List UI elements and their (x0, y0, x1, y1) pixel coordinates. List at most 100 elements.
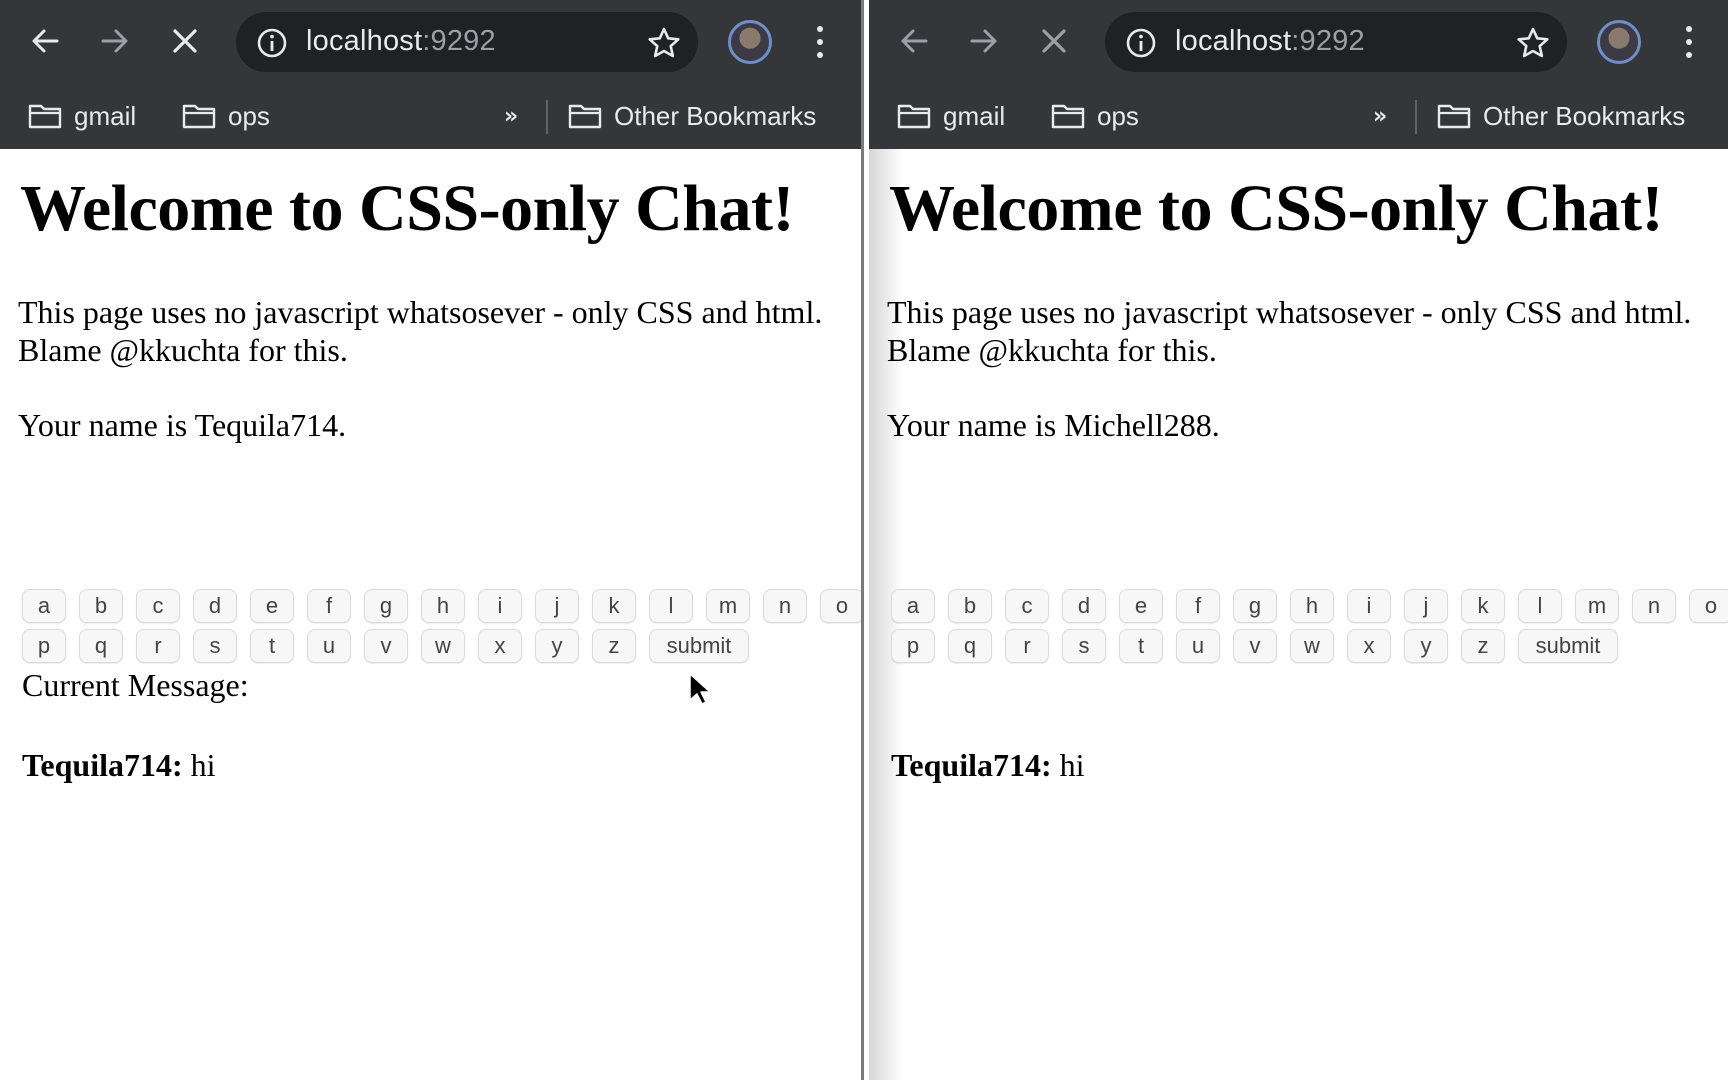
key-s[interactable]: s (193, 629, 237, 663)
chat-message: Tequila714: hi (22, 747, 216, 784)
key-c[interactable]: c (1005, 589, 1049, 623)
key-i[interactable]: i (478, 589, 522, 623)
key-d[interactable]: d (1062, 589, 1106, 623)
key-s[interactable]: s (1062, 629, 1106, 663)
page-content: Welcome to CSS-only Chat! This page uses… (0, 149, 861, 1080)
forward-button[interactable] (963, 20, 1005, 62)
key-z[interactable]: z (592, 629, 636, 663)
menu-button[interactable] (1677, 22, 1701, 62)
key-j[interactable]: j (535, 589, 579, 623)
address-bar[interactable]: localhost:9292 (236, 12, 698, 72)
back-button[interactable] (24, 20, 66, 62)
bookmark-folder-other[interactable]: Other Bookmarks (1437, 94, 1685, 138)
bookmark-star-icon[interactable] (646, 25, 682, 61)
forward-button[interactable] (94, 20, 136, 62)
key-w[interactable]: w (421, 629, 465, 663)
address-bar[interactable]: localhost:9292 (1105, 12, 1567, 72)
key-p[interactable]: p (22, 629, 66, 663)
bookmark-folder-other[interactable]: Other Bookmarks (568, 94, 816, 138)
chat-message: Tequila714: hi (891, 747, 1085, 784)
bookmark-star-icon[interactable] (1515, 25, 1551, 61)
key-q[interactable]: q (948, 629, 992, 663)
key-u[interactable]: u (1176, 629, 1220, 663)
key-y[interactable]: y (1404, 629, 1448, 663)
key-y[interactable]: y (535, 629, 579, 663)
key-f[interactable]: f (1176, 589, 1220, 623)
profile-avatar[interactable] (1597, 20, 1641, 64)
key-v[interactable]: v (364, 629, 408, 663)
key-m[interactable]: m (1575, 589, 1619, 623)
browser-window-left: localhost:9292 gmail ops » Other Bookmar… (0, 0, 864, 1080)
key-n[interactable]: n (1632, 589, 1676, 623)
bookmark-label: gmail (74, 100, 137, 131)
key-d[interactable]: d (193, 589, 237, 623)
bookmarks-overflow-button[interactable]: » (1373, 104, 1387, 129)
key-b[interactable]: b (79, 589, 123, 623)
key-i[interactable]: i (1347, 589, 1391, 623)
key-f[interactable]: f (307, 589, 351, 623)
page-title: Welcome to CSS-only Chat! (20, 172, 794, 245)
key-r[interactable]: r (136, 629, 180, 663)
key-u[interactable]: u (307, 629, 351, 663)
stop-loading-button[interactable] (1033, 20, 1075, 62)
key-a[interactable]: a (891, 589, 935, 623)
key-n[interactable]: n (763, 589, 807, 623)
key-p[interactable]: p (891, 629, 935, 663)
submit-button[interactable]: submit (1518, 629, 1618, 663)
stop-loading-button[interactable] (164, 20, 206, 62)
close-icon (173, 29, 197, 53)
bookmarks-overflow-button[interactable]: » (504, 104, 518, 129)
key-t[interactable]: t (250, 629, 294, 663)
bookmark-label: Other Bookmarks (1483, 100, 1686, 131)
key-a[interactable]: a (22, 589, 66, 623)
key-h[interactable]: h (421, 589, 465, 623)
key-k[interactable]: k (1461, 589, 1505, 623)
bookmark-folder-gmail[interactable]: gmail (897, 94, 1005, 138)
folder-icon (568, 104, 602, 129)
key-o[interactable]: o (820, 589, 861, 623)
key-g[interactable]: g (364, 589, 408, 623)
bookmarks-divider (1415, 100, 1417, 134)
key-h[interactable]: h (1290, 589, 1334, 623)
key-r[interactable]: r (1005, 629, 1049, 663)
bookmark-folder-ops[interactable]: ops (182, 94, 270, 138)
key-x[interactable]: x (1347, 629, 1391, 663)
menu-button[interactable] (808, 22, 832, 62)
key-x[interactable]: x (478, 629, 522, 663)
key-v[interactable]: v (1233, 629, 1277, 663)
message-text: hi (1059, 747, 1085, 783)
submit-button[interactable]: submit (649, 629, 749, 663)
message-text: hi (190, 747, 216, 783)
key-j[interactable]: j (1404, 589, 1448, 623)
key-e[interactable]: e (1119, 589, 1163, 623)
key-row: p q r s t u v w x y z submit (891, 629, 1728, 663)
info-icon[interactable] (256, 27, 288, 59)
mouse-cursor-icon (689, 673, 710, 705)
key-l[interactable]: l (649, 589, 693, 623)
key-e[interactable]: e (250, 589, 294, 623)
key-q[interactable]: q (79, 629, 123, 663)
key-c[interactable]: c (136, 589, 180, 623)
info-icon[interactable] (1125, 27, 1157, 59)
bookmark-folder-gmail[interactable]: gmail (28, 94, 136, 138)
bookmark-label: ops (228, 100, 270, 131)
profile-avatar[interactable] (728, 20, 772, 64)
key-k[interactable]: k (592, 589, 636, 623)
back-arrow-icon (32, 29, 59, 53)
browser-toolbar: localhost:9292 (0, 0, 861, 84)
key-w[interactable]: w (1290, 629, 1334, 663)
bookmarks-bar: gmail ops » Other Bookmarks (0, 84, 861, 149)
bookmark-label: gmail (943, 100, 1006, 131)
key-row: a b c d e f g h i j k l m n o (891, 589, 1728, 623)
back-button[interactable] (893, 20, 935, 62)
back-arrow-icon (901, 29, 928, 53)
key-l[interactable]: l (1518, 589, 1562, 623)
bookmark-folder-ops[interactable]: ops (1051, 94, 1139, 138)
key-t[interactable]: t (1119, 629, 1163, 663)
browser-window-right: localhost:9292 gmail ops » Other Bookmar… (869, 0, 1728, 1080)
key-m[interactable]: m (706, 589, 750, 623)
key-o[interactable]: o (1689, 589, 1728, 623)
key-z[interactable]: z (1461, 629, 1505, 663)
key-g[interactable]: g (1233, 589, 1277, 623)
key-b[interactable]: b (948, 589, 992, 623)
